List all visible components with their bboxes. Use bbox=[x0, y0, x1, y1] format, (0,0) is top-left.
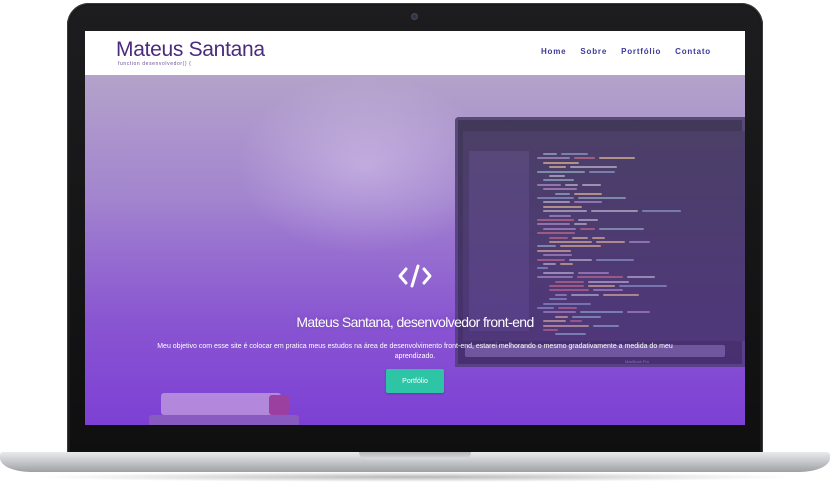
hero-section: MacBook Pro Mateus Santana, desenvolvedo… bbox=[85, 75, 745, 425]
code-icon bbox=[398, 264, 432, 288]
navbar: Mateus Santana function desenvolvedor() … bbox=[85, 31, 745, 75]
portfolio-button[interactable]: Portfólio bbox=[386, 369, 444, 393]
site-logo[interactable]: Mateus Santana bbox=[116, 38, 265, 62]
nav-link-portfolio[interactable]: Portfólio bbox=[621, 47, 661, 56]
hero-description: Meu objetivo com esse site é colocar em … bbox=[157, 343, 673, 360]
nav-link-home[interactable]: Home bbox=[541, 47, 566, 56]
site-tagline: function desenvolvedor() { bbox=[118, 61, 192, 67]
hero-title: Mateus Santana, desenvolvedor front-end bbox=[296, 314, 534, 330]
webcam-icon bbox=[411, 13, 418, 20]
laptop-screen: Mateus Santana function desenvolvedor() … bbox=[85, 31, 745, 425]
laptop-shadow bbox=[30, 472, 800, 482]
nav-link-contato[interactable]: Contato bbox=[675, 47, 711, 56]
main-nav: Home Sobre Portfólio Contato bbox=[541, 47, 711, 56]
nav-link-sobre[interactable]: Sobre bbox=[580, 47, 607, 56]
laptop-notch bbox=[359, 452, 471, 459]
